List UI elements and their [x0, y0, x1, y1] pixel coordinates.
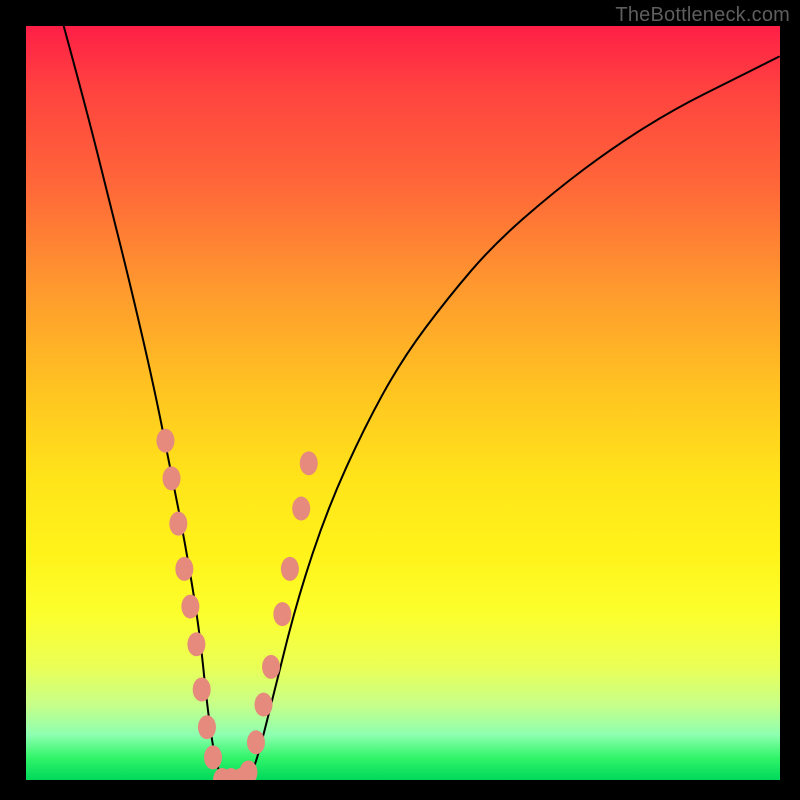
chart-plot-area — [26, 26, 780, 780]
sample-marker — [292, 497, 310, 521]
sample-marker — [156, 429, 174, 453]
sample-marker — [247, 730, 265, 754]
sample-marker — [193, 678, 211, 702]
sample-marker — [204, 745, 222, 769]
sample-marker — [181, 595, 199, 619]
watermark-text: TheBottleneck.com — [615, 4, 790, 27]
bottleneck-curve-chart — [26, 26, 780, 780]
sample-marker — [198, 715, 216, 739]
sample-marker — [163, 466, 181, 490]
sample-marker — [262, 655, 280, 679]
sample-marker — [187, 632, 205, 656]
sample-marker — [169, 512, 187, 536]
sample-marker — [175, 557, 193, 581]
sample-marker — [273, 602, 291, 626]
sample-marker — [255, 693, 273, 717]
bottleneck-curve — [64, 26, 780, 780]
sample-marker — [300, 451, 318, 475]
sample-marker — [281, 557, 299, 581]
